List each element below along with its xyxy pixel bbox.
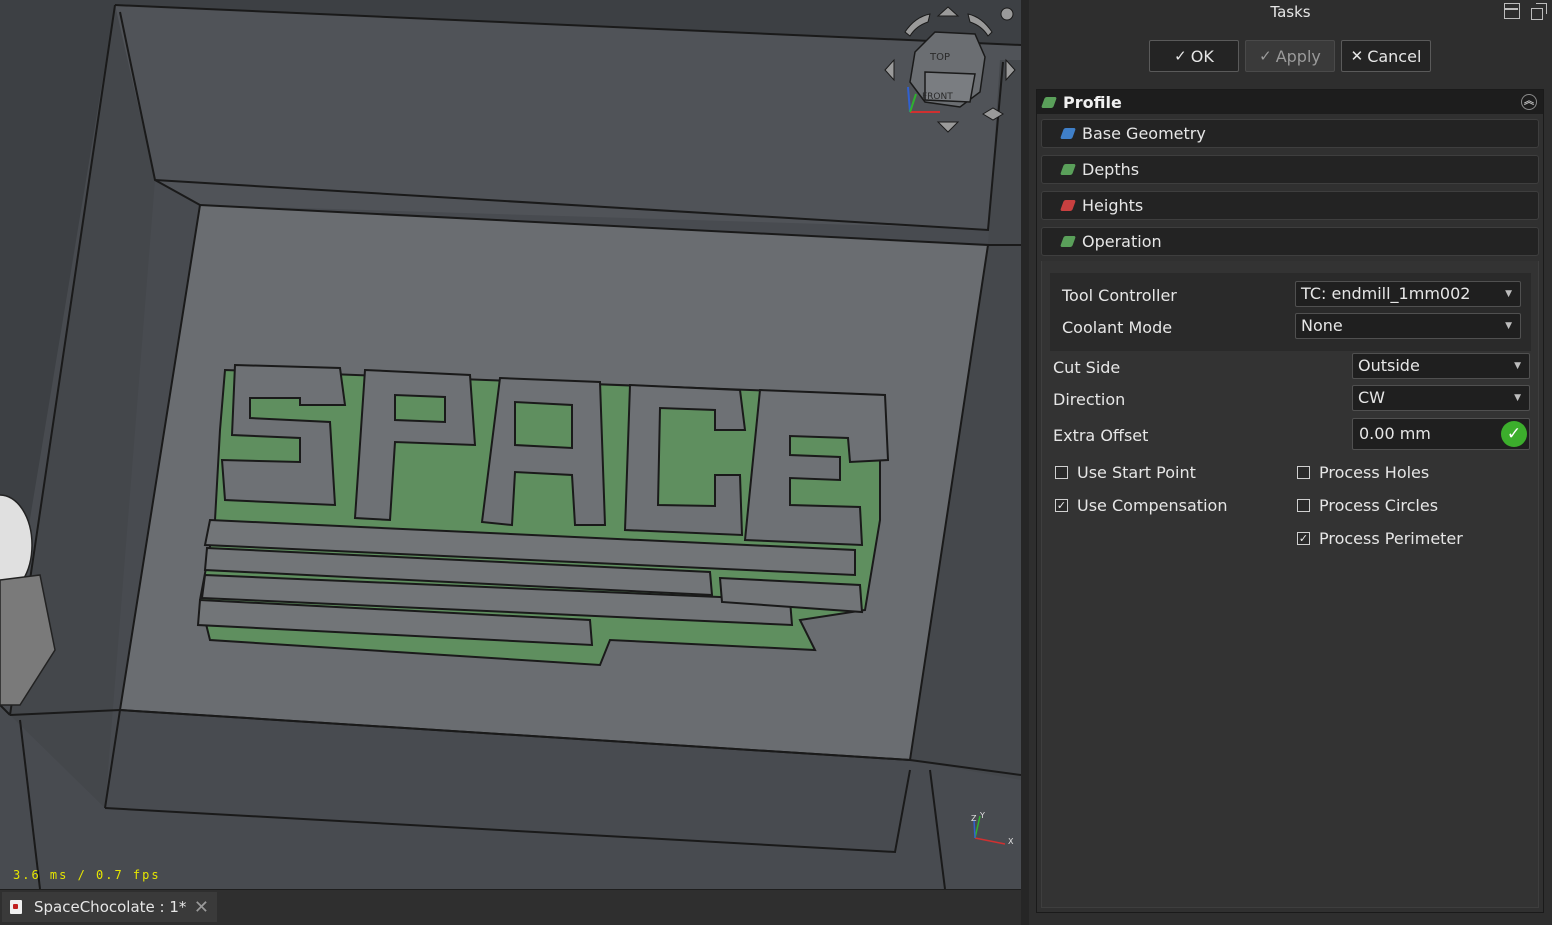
process-perimeter-checkbox[interactable]: ✓ Process Perimeter [1297, 529, 1463, 548]
axis-x-label: X [1008, 837, 1014, 846]
document-icon [10, 900, 22, 914]
checkbox-box[interactable]: ✓ [1055, 499, 1068, 512]
section-base-geometry[interactable]: Base Geometry [1041, 119, 1539, 148]
navigation-cube[interactable]: TOP FRONT [880, 2, 1020, 142]
tool-controller-select[interactable]: TC: endmill_1mm002 ▼ [1295, 281, 1521, 307]
heights-icon [1059, 200, 1077, 211]
profile-title: Profile [1063, 92, 1122, 112]
extra-offset-input[interactable]: 0.00 mm ✓ [1352, 418, 1530, 450]
direction-select[interactable]: CW ▼ [1352, 385, 1530, 411]
axis-y-label: Y [979, 811, 985, 820]
navcube-up-arrow [936, 6, 960, 17]
checkbox-box[interactable] [1297, 499, 1310, 512]
close-tab-icon[interactable]: ✕ [194, 897, 209, 918]
cross-icon: ✕ [1350, 47, 1364, 65]
checkbox-box[interactable] [1055, 466, 1068, 479]
axis-z-label: Z [971, 814, 977, 823]
operation-icon [1059, 236, 1077, 247]
3d-viewport[interactable]: TOP FRONT X Y Z 3.6 ms / 0.7 fps [0, 0, 1021, 889]
coolant-mode-label: Coolant Mode [1062, 318, 1173, 337]
collapse-icon[interactable]: ︽ [1521, 94, 1537, 110]
ok-button[interactable]: ✓ OK [1149, 40, 1239, 72]
cut-side-label: Cut Side [1053, 358, 1121, 377]
navcube-top-label[interactable]: TOP [929, 52, 950, 63]
model-scene[interactable] [0, 0, 1021, 889]
chevron-down-icon: ▼ [1514, 393, 1521, 403]
use-start-point-checkbox[interactable]: Use Start Point [1055, 463, 1196, 482]
process-holes-checkbox[interactable]: Process Holes [1297, 463, 1429, 482]
navcube-left-arrow [884, 58, 895, 82]
chevron-down-icon: ▼ [1514, 361, 1521, 371]
section-operation[interactable]: Operation [1041, 227, 1539, 256]
process-circles-checkbox[interactable]: Process Circles [1297, 496, 1438, 515]
profile-op-icon [1040, 96, 1058, 108]
navcube-front-label[interactable]: FRONT [922, 92, 953, 102]
checkbox-box[interactable]: ✓ [1297, 532, 1310, 545]
extra-offset-label: Extra Offset [1053, 426, 1149, 445]
apply-button[interactable]: ✓ Apply [1245, 40, 1335, 72]
panel-splitter[interactable] [1021, 0, 1029, 925]
coolant-mode-select[interactable]: None ▼ [1295, 313, 1521, 339]
document-tab-label: SpaceChocolate : 1* [34, 898, 187, 916]
document-tab[interactable]: SpaceChocolate : 1* ✕ [2, 892, 217, 922]
task-panel-title: Tasks [1270, 3, 1311, 21]
navcube-iso-icon [982, 107, 1004, 121]
operation-body: Tool Controller TC: endmill_1mm002 ▼ Coo… [1041, 261, 1539, 908]
axis-indicator: X Y Z [971, 811, 1014, 846]
check-icon: ✓ [1259, 47, 1272, 65]
use-compensation-checkbox[interactable]: ✓ Use Compensation [1055, 496, 1227, 515]
chevron-down-icon: ▼ [1505, 289, 1512, 299]
valid-check-icon: ✓ [1501, 421, 1527, 447]
base-geometry-icon [1059, 128, 1077, 139]
depths-icon [1059, 164, 1077, 175]
cancel-button[interactable]: ✕ Cancel [1341, 40, 1431, 72]
tool-settings-group: Tool Controller TC: endmill_1mm002 ▼ Coo… [1050, 273, 1531, 351]
checkbox-box[interactable] [1297, 466, 1310, 479]
cut-side-select[interactable]: Outside ▼ [1352, 353, 1530, 379]
navcube-menu-icon [1000, 7, 1014, 21]
section-heights[interactable]: Heights [1041, 191, 1539, 220]
navcube-rotate-right-icon [967, 13, 993, 37]
navcube-rotate-left-icon [904, 13, 931, 37]
navcube-down-arrow [936, 121, 960, 133]
undock-panel-icon[interactable] [1531, 3, 1547, 20]
chevron-down-icon: ▼ [1505, 321, 1512, 331]
tool-controller-label: Tool Controller [1062, 286, 1177, 305]
direction-label: Direction [1053, 390, 1126, 409]
document-tab-bar: SpaceChocolate : 1* ✕ [0, 889, 1021, 925]
check-icon: ✓ [1174, 47, 1187, 65]
float-panel-icon[interactable] [1504, 3, 1520, 19]
task-panel: Tasks ✓ OK ✓ Apply ✕ Cancel Profile ︽ Ba… [1029, 0, 1552, 925]
fps-counter: 3.6 ms / 0.7 fps [13, 868, 161, 882]
profile-taskbox: Profile ︽ Base Geometry Depths Heights O… [1036, 89, 1544, 913]
navcube-right-arrow [1005, 58, 1016, 82]
section-depths[interactable]: Depths [1041, 155, 1539, 184]
profile-header: Profile ︽ [1037, 90, 1543, 114]
